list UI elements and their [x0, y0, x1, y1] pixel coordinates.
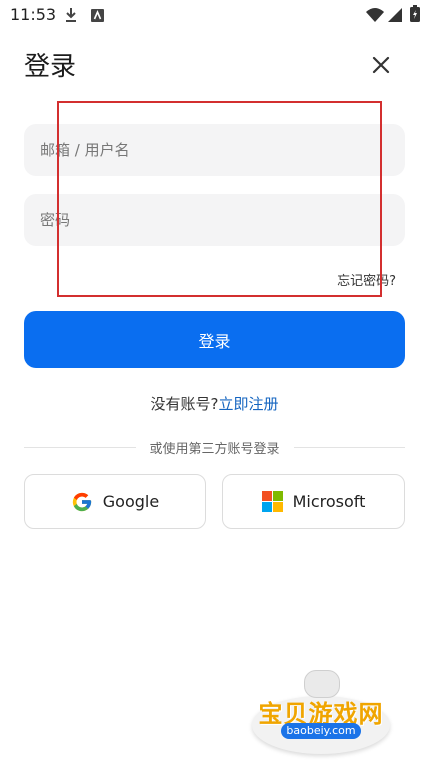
close-button[interactable]	[366, 50, 396, 80]
google-login-button[interactable]: Google	[24, 474, 206, 529]
google-icon	[72, 492, 91, 511]
divider-text: 或使用第三方账号登录	[149, 441, 280, 457]
page-title: 登录	[24, 52, 77, 82]
divider-line-left	[24, 446, 136, 448]
close-icon	[372, 56, 390, 74]
register-link[interactable]: 立即注册	[218, 395, 278, 413]
app-notification-icon	[91, 7, 104, 26]
microsoft-label: Microsoft	[292, 492, 366, 511]
email-field-container	[24, 124, 405, 176]
password-field-container	[24, 194, 405, 246]
wifi-icon	[366, 7, 384, 26]
login-button[interactable]: 登录	[24, 311, 405, 368]
divider-line-right	[293, 446, 406, 448]
forgot-password-link[interactable]: 忘记密码?	[337, 270, 396, 289]
email-field[interactable]	[24, 124, 405, 176]
register-prompt: 没有账号?	[150, 395, 219, 413]
watermark-url: baobeiy.com	[281, 723, 361, 739]
register-row: 没有账号?立即注册	[0, 393, 429, 414]
signal-icon	[388, 7, 402, 26]
battery-icon	[410, 5, 420, 26]
third-party-divider: 或使用第三方账号登录	[24, 437, 406, 457]
microsoft-login-button[interactable]: Microsoft	[222, 474, 405, 529]
watermark-logo: 宝贝游戏网 baobeiy.com	[246, 666, 396, 762]
microsoft-icon	[261, 491, 283, 512]
google-label: Google	[102, 492, 160, 511]
password-field[interactable]	[24, 194, 405, 246]
download-icon	[64, 7, 78, 27]
status-bar: 11:53	[0, 0, 429, 30]
status-time: 11:53	[10, 5, 57, 24]
